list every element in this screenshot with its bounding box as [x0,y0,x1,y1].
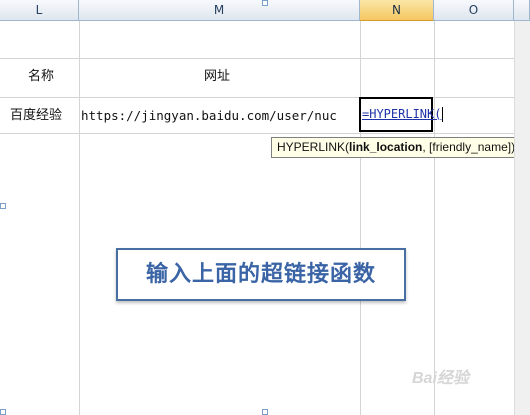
gridline [0,97,530,98]
cell-name-value[interactable]: 百度经验 [10,107,62,125]
selection-handle[interactable] [262,0,268,6]
tooltip-active-arg[interactable]: link_location [349,140,422,154]
column-header-spacer [514,0,530,21]
cell-name-header[interactable]: 名称 [28,68,54,86]
formula-input[interactable]: =HYPERLINK( [362,107,444,122]
selection-handle[interactable] [0,409,6,415]
gridline [0,58,530,59]
spreadsheet-grid: L M N O 名称 网址 百度经验 https://jingyan.baidu… [0,0,530,415]
selection-handle[interactable] [262,409,268,415]
gridline [0,133,530,134]
selection-handle[interactable] [0,203,6,209]
column-header-n[interactable]: N [360,0,434,21]
watermark: Bai经验 [412,364,469,388]
column-header-o[interactable]: O [434,0,514,21]
annotation-callout: 输入上面的超链接函数 [116,248,406,301]
column-header-l[interactable]: L [0,0,79,21]
cell-url-header[interactable]: 网址 [204,68,230,86]
gridline [79,21,80,415]
gridline [434,21,435,415]
function-tooltip: HYPERLINK(link_location, [friendly_name]… [271,137,525,158]
cell-url-value[interactable]: https://jingyan.baidu.com/user/nuc [81,107,337,125]
formula-text: =HYPERLINK( [362,107,442,121]
tooltip-function: HYPERLINK( [277,140,350,154]
text-caret [442,107,444,122]
watermark-text: Bai经验 [412,370,469,387]
column-header-m[interactable]: M [79,0,360,21]
tooltip-rest: , [friendly_name]) [422,140,516,154]
vertical-scrollbar[interactable] [514,21,530,415]
gridline [360,21,361,415]
